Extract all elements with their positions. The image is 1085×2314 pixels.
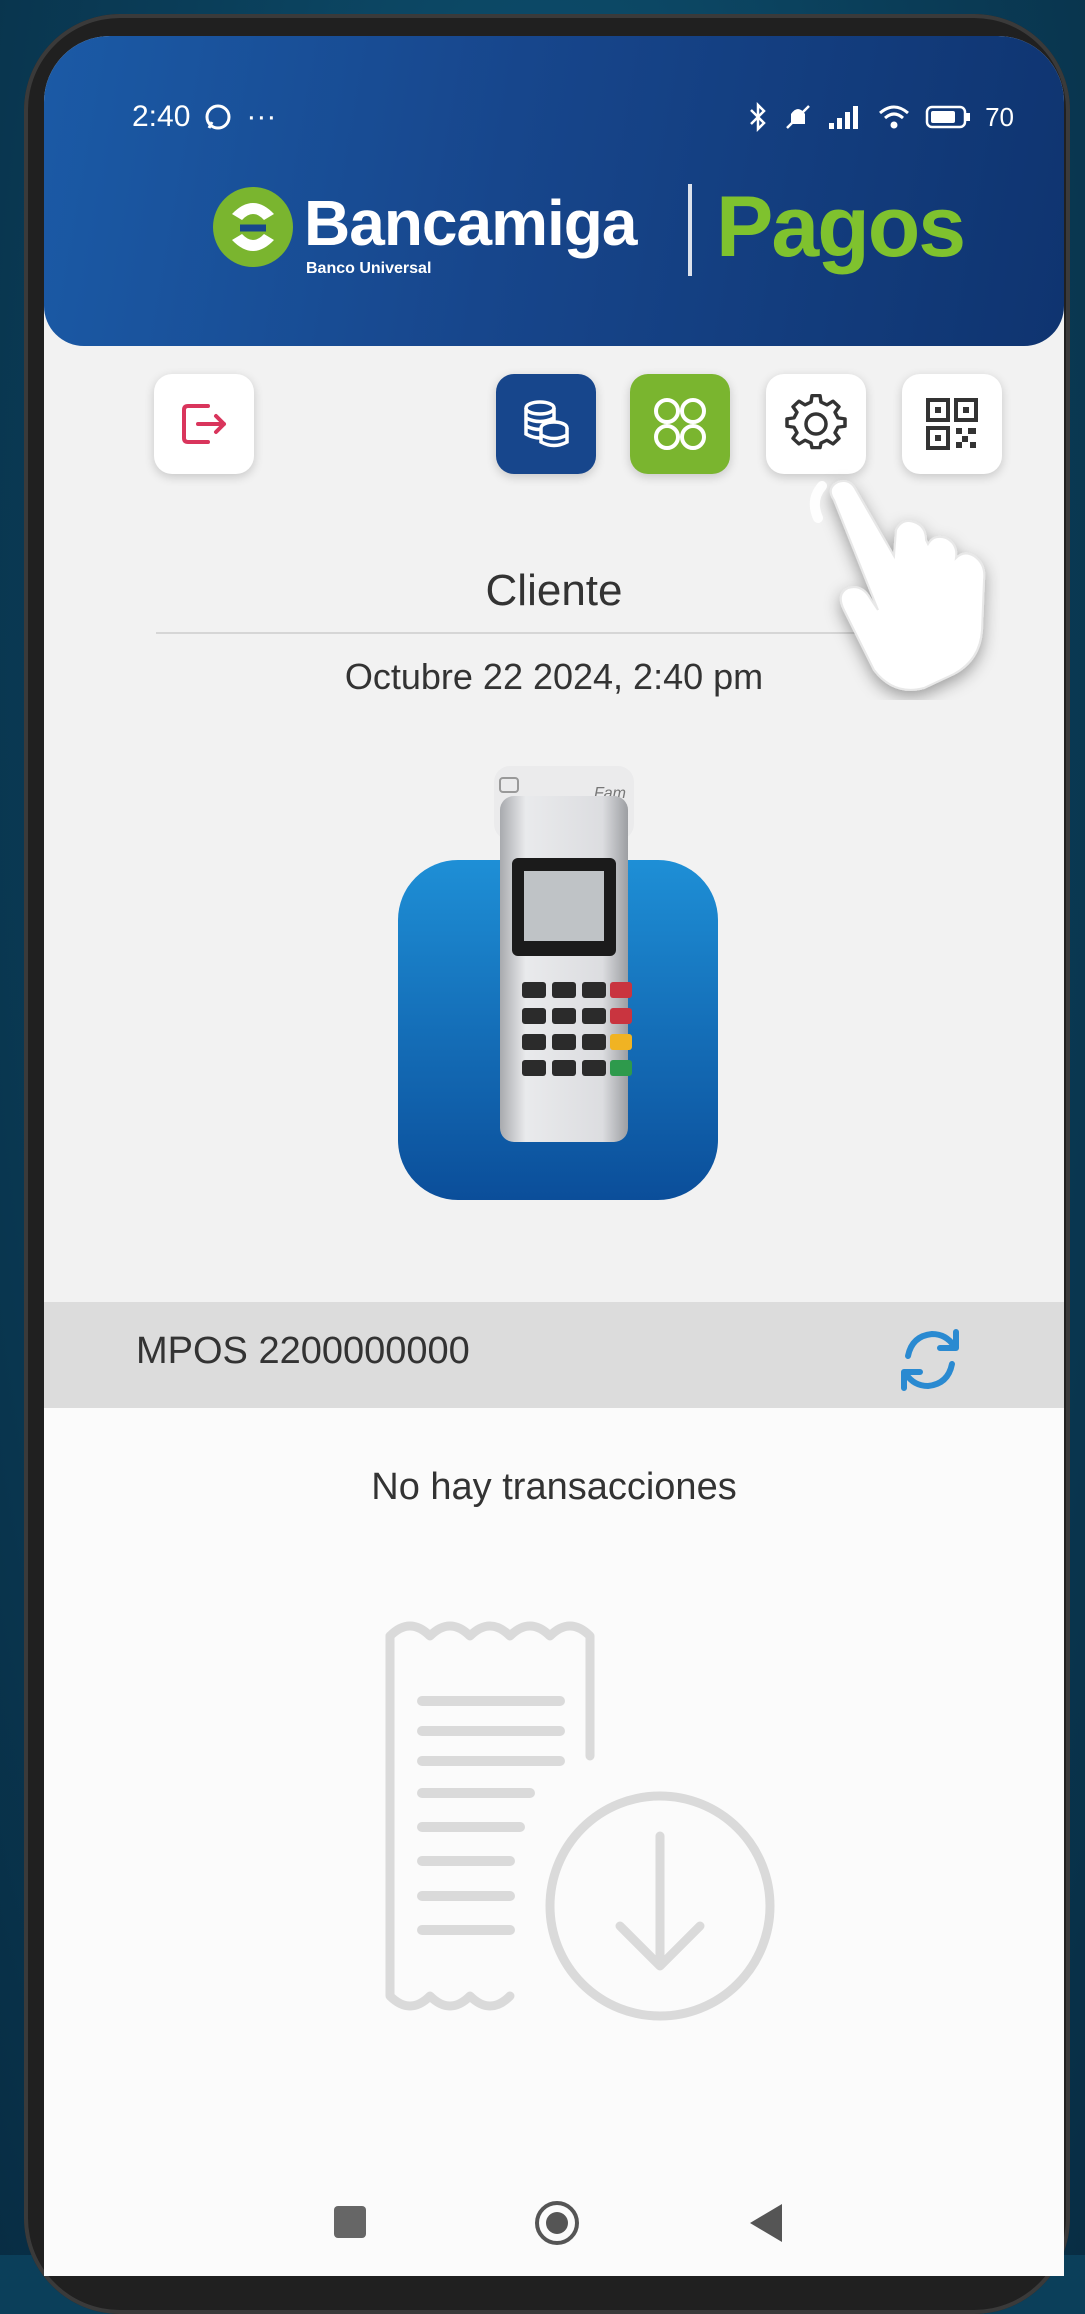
- home-icon[interactable]: [534, 2200, 580, 2246]
- settings-button[interactable]: [766, 374, 866, 474]
- bank-subtitle: Banco Universal: [306, 260, 432, 277]
- refresh-icon[interactable]: [892, 1322, 968, 1398]
- logout-button[interactable]: [154, 374, 254, 474]
- logout-icon: [182, 404, 226, 444]
- coins-icon: [524, 400, 569, 448]
- tap-hand-icon: [809, 480, 986, 691]
- brand-logo: Bancamiga Banco Universal Pagos: [210, 179, 966, 294]
- apps-button[interactable]: [630, 374, 730, 474]
- client-divider: [156, 632, 916, 634]
- terminal-label: MPOS 2200000000: [136, 1330, 470, 1372]
- battery-level: 70: [985, 101, 1014, 132]
- bancamiga-logo-icon: [213, 187, 293, 267]
- battery-icon: [925, 105, 971, 129]
- signal-icon: [829, 106, 859, 129]
- qr-button[interactable]: [902, 374, 1002, 474]
- apps-grid-icon: [654, 398, 706, 450]
- status-time: 2:40: [132, 100, 191, 133]
- pos-device-image: Fam: [398, 766, 718, 1200]
- bluetooth-icon: [750, 102, 766, 132]
- receipt-download-icon: [385, 1621, 775, 2021]
- mute-icon: [786, 105, 810, 129]
- product-name: Pagos: [716, 179, 966, 275]
- whatsapp-icon: [205, 104, 231, 130]
- wifi-icon: [879, 105, 910, 129]
- gear-icon: [785, 393, 847, 450]
- more-notifications-icon: ···: [246, 100, 277, 133]
- coins-button[interactable]: [496, 374, 596, 474]
- app-header: 2:40 ··· 70 Bancamiga Banco Universal Pa…: [44, 36, 1064, 346]
- system-nav-bar: [44, 2158, 1064, 2276]
- recents-icon[interactable]: [334, 2206, 366, 2238]
- empty-transactions-message: No hay transacciones: [371, 1466, 737, 1508]
- logo-divider: [688, 184, 692, 276]
- qr-code-icon: [926, 398, 978, 450]
- terminal-bar: MPOS 2200000000: [44, 1302, 1064, 1408]
- app-screen: 2:40 ··· 70 Bancamiga Banco Universal Pa…: [44, 36, 1064, 2276]
- back-icon[interactable]: [748, 2202, 784, 2244]
- bank-name: Bancamiga: [304, 187, 637, 259]
- status-bar: 2:40 ··· 70: [132, 92, 1014, 142]
